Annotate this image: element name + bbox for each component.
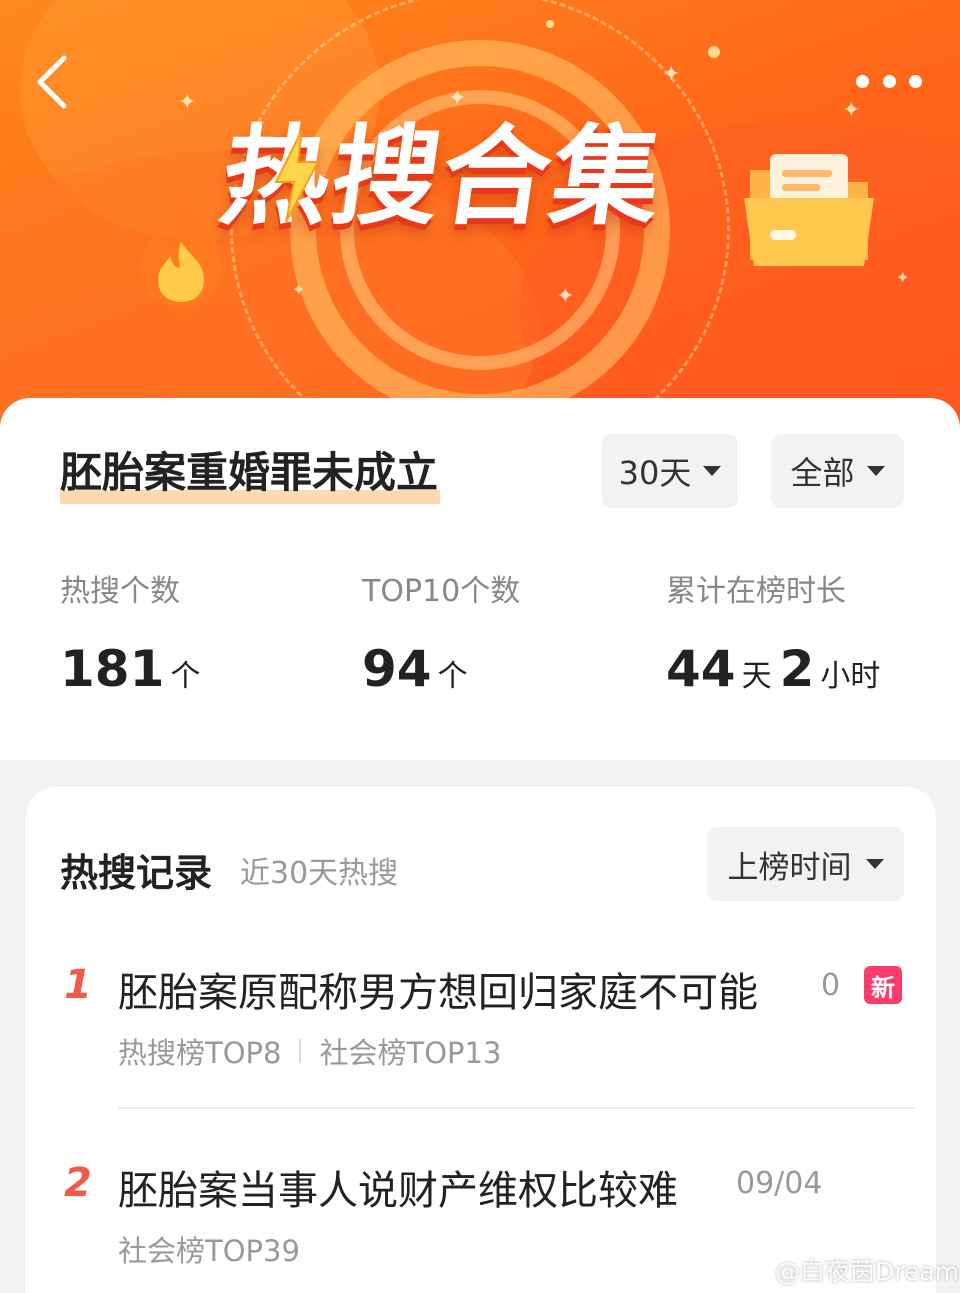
sort-label: 上榜时间 [727, 849, 852, 886]
tag-label: 社会榜TOP13 [319, 1036, 502, 1070]
weibo-logo-icon [735, 1258, 770, 1284]
list-divider [118, 1107, 915, 1109]
records-subtitle: 近30天热搜 [240, 856, 399, 891]
sparkle-icon: ✦ [448, 86, 467, 111]
stat-number: 181 [60, 640, 165, 698]
sparkle-dot [546, 20, 554, 28]
more-dot [909, 74, 922, 88]
tag-label: 热搜榜TOP8 [118, 1036, 282, 1070]
more-button[interactable] [856, 66, 922, 96]
sparkle-icon: ✦ [556, 284, 575, 309]
stat-unit: 个 [170, 659, 201, 694]
sparkle-icon: ✦ [662, 62, 681, 87]
scope-filter-dropdown[interactable]: 全部 [771, 434, 904, 508]
stat-label-hot-count: 热搜个数 [60, 574, 180, 609]
record-item-tags: 热搜榜TOP8 社会榜TOP13 [118, 1030, 501, 1072]
stat-value-top10-count: 94 个 [362, 640, 476, 698]
caret-down-icon [703, 466, 722, 476]
more-dot [856, 74, 869, 88]
record-item-tags: 社会榜TOP39 [118, 1228, 300, 1270]
stat-number: 94 [362, 640, 432, 698]
folder-icon [744, 154, 874, 266]
sparkle-icon: ✦ [292, 280, 306, 299]
new-badge: 新 [864, 966, 902, 1004]
tag-divider [299, 1039, 302, 1063]
sparkle-icon: ✦ [896, 268, 910, 287]
records-title: 热搜记录 [60, 851, 213, 895]
caret-down-icon [865, 859, 884, 869]
sort-dropdown[interactable]: 上榜时间 [707, 827, 904, 901]
back-button[interactable] [30, 52, 76, 112]
days-filter-dropdown[interactable]: 30天 [602, 434, 738, 508]
caret-down-icon [866, 466, 885, 476]
sparkle-dot [708, 46, 720, 58]
scope-filter-label: 全部 [790, 454, 855, 492]
sparkle-icon: ✦ [178, 90, 197, 115]
stat-number-days: 44 [666, 640, 736, 698]
stat-unit-hours: 小时 [820, 659, 881, 694]
record-item-title[interactable]: 胚胎案当事人说财产维权比较难 [118, 1158, 678, 1216]
stat-unit: 个 [437, 659, 468, 694]
stat-value-duration: 44 天 2 小时 [666, 640, 888, 698]
stat-label-duration: 累计在榜时长 [666, 574, 846, 609]
watermark: @白夜茵Dream [735, 1252, 959, 1288]
rank-number: 2 [64, 1160, 92, 1206]
watermark-text: @白夜茵Dream [775, 1257, 960, 1286]
sparkle-icon: ✦ [842, 98, 861, 123]
days-filter-label: 30天 [618, 454, 692, 492]
record-item-meta: 09/04 [736, 1166, 823, 1201]
header-banner: ✦ ✦ ✦ ✦ ✦ ✦ ✦ 热搜合集 [0, 0, 960, 430]
tag-label: 社会榜TOP39 [118, 1234, 300, 1268]
topic-title: 胚胎案重婚罪未成立 [60, 448, 441, 504]
more-dot [882, 74, 896, 88]
record-item-title[interactable]: 胚胎案原配称男方想回归家庭不可能 [118, 960, 758, 1018]
rank-number: 1 [64, 962, 92, 1008]
stat-value-hot-count: 181 个 [60, 640, 208, 698]
stat-number-hours: 2 [779, 640, 815, 698]
record-item-meta: 0 [821, 968, 841, 1003]
stat-label-top10-count: TOP10个数 [362, 574, 521, 609]
lightning-icon [274, 129, 320, 223]
stat-unit-days: 天 [741, 659, 772, 694]
